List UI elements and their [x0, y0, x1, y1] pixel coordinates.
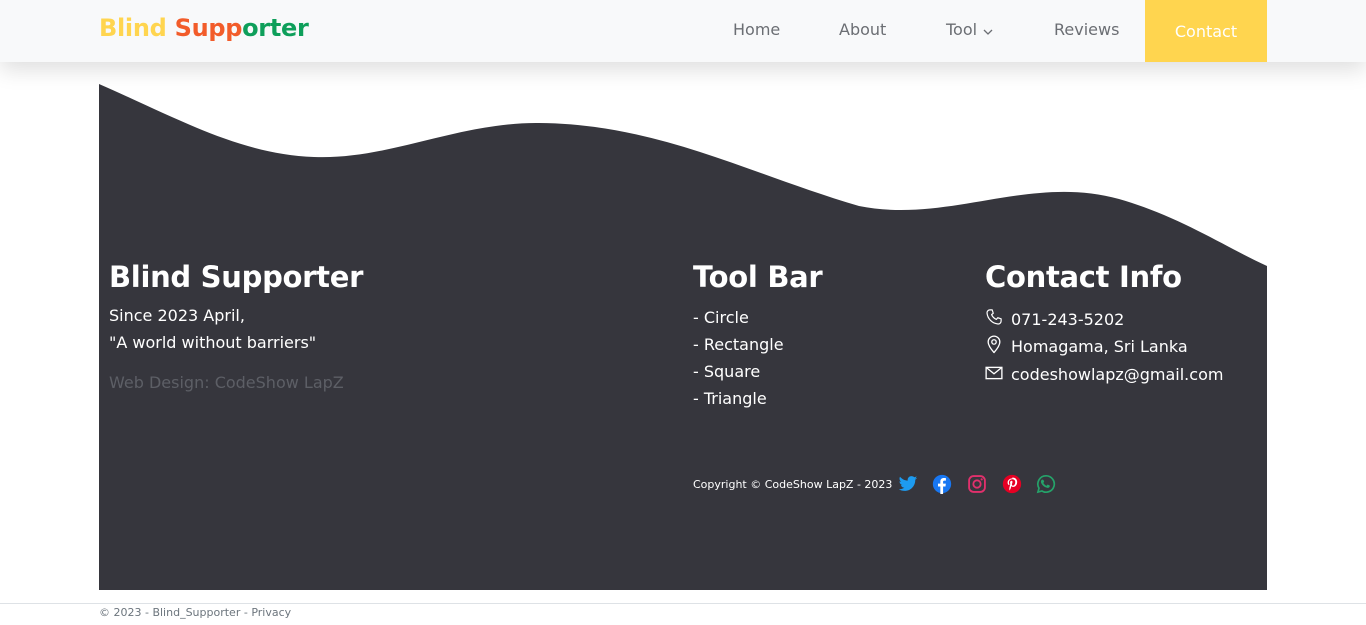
brand-part-orter: orter — [242, 14, 309, 42]
list-item: - Circle — [693, 308, 784, 335]
tool-link-rectangle[interactable]: - Rectangle — [693, 335, 784, 354]
contact-location: Homagama, Sri Lanka — [985, 335, 1188, 358]
facebook-icon[interactable] — [932, 474, 952, 494]
chevron-down-icon — [983, 21, 993, 40]
nav-home[interactable]: Home — [733, 20, 780, 39]
list-item: - Rectangle — [693, 335, 784, 362]
pinterest-icon[interactable] — [1002, 474, 1022, 494]
bottom-footer: © 2023 - Blind_Supporter - Privacy — [99, 606, 291, 619]
nav-tool-dropdown[interactable]: Tool — [946, 20, 993, 40]
navbar: Blind Supporter Home About Tool Reviews … — [0, 0, 1366, 62]
footer-toolbar: Tool Bar - Circle - Rectangle - Square -… — [693, 260, 823, 408]
list-item: - Triangle — [693, 389, 784, 416]
tool-link-circle[interactable]: - Circle — [693, 308, 749, 327]
whatsapp-icon[interactable] — [1036, 474, 1056, 494]
nav-about[interactable]: About — [839, 20, 886, 39]
footer-copyright: Copyright © CodeShow LapZ - 2023 — [693, 478, 893, 491]
footer-toolbar-title: Tool Bar — [693, 260, 823, 294]
brand-logo[interactable]: Blind Supporter — [99, 14, 309, 42]
footer-toolbar-list: - Circle - Rectangle - Square - Triangle — [693, 308, 784, 416]
twitter-icon[interactable] — [898, 474, 918, 494]
contact-location-text: Homagama, Sri Lanka — [1011, 337, 1188, 356]
contact-phone: 071-243-5202 — [985, 308, 1124, 330]
footer-web-design-credit: Web Design: CodeShow LapZ — [109, 373, 344, 392]
phone-icon — [985, 308, 1011, 330]
footer: Blind Supporter Since 2023 April, "A wor… — [99, 84, 1267, 590]
contact-email: codeshowlapz@gmail.com — [985, 365, 1223, 384]
list-item: - Square — [693, 362, 784, 389]
footer-contact-title: Contact Info — [985, 260, 1182, 294]
envelope-icon — [985, 365, 1011, 384]
privacy-link[interactable]: Privacy — [251, 606, 291, 619]
footer-about-tagline: "A world without barriers" — [109, 333, 317, 352]
tool-link-square[interactable]: - Square — [693, 362, 760, 381]
instagram-icon[interactable] — [967, 474, 987, 494]
footer-contact: Contact Info 071-243-5202 Homagama, Sri … — [985, 260, 1223, 384]
brand-part-blind: Blind — [99, 14, 167, 42]
footer-about-since: Since 2023 April, — [109, 306, 245, 325]
footer-about: Blind Supporter Since 2023 April, "A wor… — [109, 260, 364, 392]
nav-reviews[interactable]: Reviews — [1054, 20, 1119, 39]
bottom-copyright: © 2023 - Blind_Supporter - — [99, 606, 252, 619]
nav-tool-label: Tool — [946, 20, 978, 39]
bottom-divider — [0, 603, 1366, 604]
tool-link-triangle[interactable]: - Triangle — [693, 389, 767, 408]
location-pin-icon — [985, 335, 1011, 358]
brand-part-supp: Supp — [174, 14, 243, 42]
nav-contact-button[interactable]: Contact — [1145, 0, 1267, 62]
footer-about-title: Blind Supporter — [109, 260, 364, 294]
contact-email-link[interactable]: codeshowlapz@gmail.com — [1011, 365, 1223, 384]
contact-phone-text: 071-243-5202 — [1011, 309, 1125, 329]
